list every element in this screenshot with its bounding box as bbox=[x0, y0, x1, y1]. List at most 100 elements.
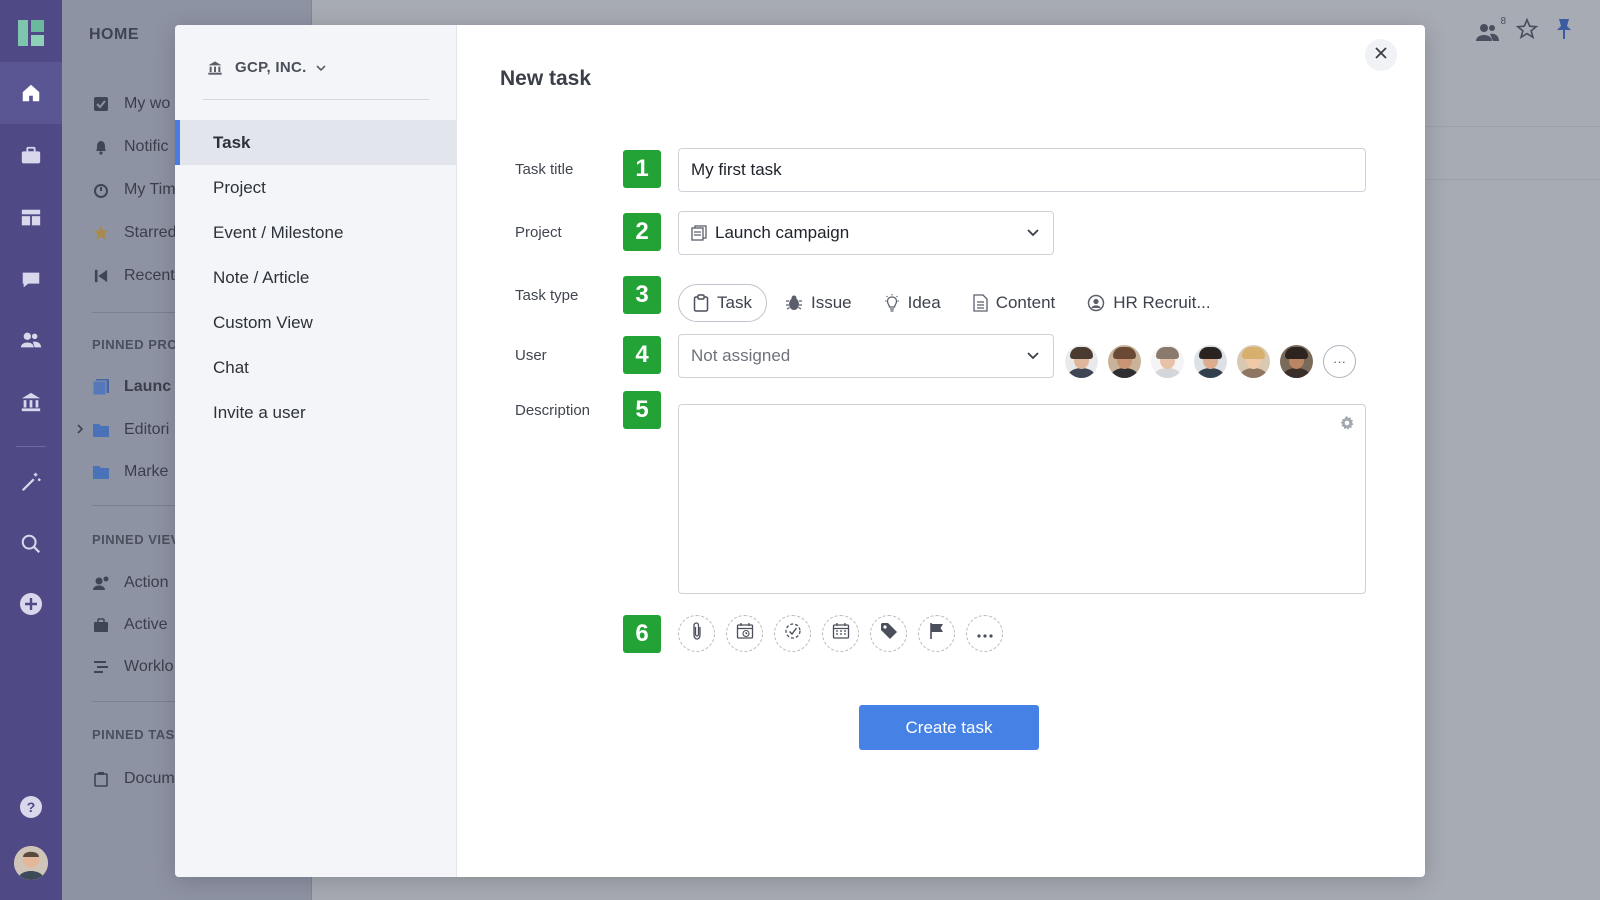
bank-icon[interactable] bbox=[17, 388, 45, 416]
step-badge-2: 2 bbox=[623, 213, 661, 251]
status-button[interactable] bbox=[774, 615, 811, 652]
help-icon[interactable]: ? bbox=[17, 793, 45, 821]
tags-button[interactable] bbox=[870, 615, 907, 652]
project-value: Launch campaign bbox=[715, 223, 850, 242]
task-type-issue[interactable]: Issue bbox=[771, 284, 866, 322]
bank-icon bbox=[207, 60, 223, 76]
type-item-note-article[interactable]: Note / Article bbox=[175, 255, 457, 300]
task-type-idea[interactable]: Idea bbox=[870, 284, 955, 322]
user-label: User bbox=[515, 347, 547, 364]
flag-icon bbox=[929, 622, 945, 645]
user-avatar[interactable] bbox=[1065, 345, 1098, 378]
briefcase-icon bbox=[92, 616, 110, 634]
task-type-label: Task type bbox=[515, 287, 579, 304]
users-icon[interactable] bbox=[17, 326, 45, 354]
svg-text:?: ? bbox=[27, 799, 36, 815]
lightbulb-icon bbox=[884, 294, 900, 312]
task-title-input[interactable]: My first task bbox=[678, 148, 1366, 192]
user-avatar[interactable] bbox=[1108, 345, 1141, 378]
type-item-chat[interactable]: Chat bbox=[175, 345, 457, 390]
pinned-view-workload[interactable]: Worklo bbox=[92, 657, 174, 677]
description-label: Description bbox=[515, 402, 591, 419]
add-icon[interactable] bbox=[17, 590, 45, 618]
task-type-task[interactable]: Task bbox=[678, 284, 767, 322]
chevron-down-icon bbox=[315, 64, 327, 72]
pinned-task-document[interactable]: Docum bbox=[92, 769, 175, 789]
pinned-project-label: Editori bbox=[124, 421, 170, 438]
more-users-button[interactable]: ··· bbox=[1323, 345, 1356, 378]
priority-button[interactable] bbox=[918, 615, 955, 652]
step-badge-1: 1 bbox=[623, 150, 661, 188]
app-rail: ? bbox=[0, 0, 62, 900]
pinned-view-label: Action bbox=[124, 574, 169, 591]
chat-icon[interactable] bbox=[17, 266, 45, 294]
pinned-project-label: Marke bbox=[124, 463, 169, 480]
due-date-button[interactable] bbox=[822, 615, 859, 652]
gear-icon[interactable] bbox=[1339, 415, 1355, 431]
sidebar-item-my-work[interactable]: My wo bbox=[92, 94, 170, 114]
org-name: GCP, INC. bbox=[235, 59, 307, 76]
sidebar-item-recent[interactable]: Recent bbox=[92, 266, 175, 286]
sidebar-item-starred[interactable]: Starred bbox=[92, 223, 176, 243]
create-task-button[interactable]: Create task bbox=[859, 705, 1039, 750]
task-type-hr-recruit[interactable]: HR Recruit... bbox=[1073, 284, 1224, 322]
attach-button[interactable] bbox=[678, 615, 715, 652]
sidebar-item-notifications[interactable]: Notific bbox=[92, 137, 168, 157]
panel-divider bbox=[203, 99, 429, 100]
sidebar-item-my-time[interactable]: My Tim bbox=[92, 180, 176, 200]
pinned-project-launch[interactable]: Launc bbox=[92, 377, 171, 397]
user-avatar[interactable] bbox=[1194, 345, 1227, 378]
task-type-content[interactable]: Content bbox=[959, 284, 1070, 322]
type-item-project[interactable]: Project bbox=[175, 165, 457, 210]
briefcase-icon[interactable] bbox=[17, 142, 45, 170]
type-item-task[interactable]: Task bbox=[175, 120, 457, 165]
checkbox-icon bbox=[92, 95, 110, 113]
magic-wand-icon[interactable] bbox=[17, 468, 45, 496]
user-avatar[interactable] bbox=[1280, 345, 1313, 378]
tag-icon bbox=[880, 622, 898, 645]
project-label: Project bbox=[515, 224, 562, 241]
task-type-label-text: Issue bbox=[810, 293, 852, 312]
item-type-list: Task Project Event / Milestone Note / Artic… bbox=[175, 120, 457, 435]
pinned-view-active[interactable]: Active bbox=[92, 615, 168, 635]
project-icon bbox=[92, 378, 110, 396]
ellipsis-icon bbox=[976, 625, 993, 643]
user-action-icon bbox=[92, 574, 110, 592]
type-item-event-milestone[interactable]: Event / Milestone bbox=[175, 210, 457, 255]
home-icon[interactable] bbox=[0, 62, 62, 124]
bug-icon bbox=[785, 294, 803, 312]
step-badge-4: 4 bbox=[623, 336, 661, 374]
description-editor[interactable] bbox=[678, 404, 1366, 594]
clipboard-icon bbox=[693, 294, 709, 312]
user-select[interactable]: Not assigned bbox=[678, 334, 1054, 378]
task-attribute-toolbar bbox=[678, 615, 1003, 652]
org-switcher[interactable]: GCP, INC. bbox=[207, 59, 327, 76]
close-button[interactable] bbox=[1365, 39, 1397, 71]
schedule-button[interactable] bbox=[726, 615, 763, 652]
followers-icon[interactable]: 8 bbox=[1476, 16, 1506, 42]
chevron-right-icon[interactable] bbox=[76, 422, 84, 440]
project-select[interactable]: Launch campaign bbox=[678, 211, 1054, 255]
pin-icon[interactable] bbox=[1554, 18, 1574, 45]
type-item-invite-a-user[interactable]: Invite a user bbox=[175, 390, 457, 435]
more-options-button[interactable] bbox=[966, 615, 1003, 652]
pinned-views-heading: PINNED VIEV bbox=[92, 532, 180, 547]
pinned-view-action[interactable]: Action bbox=[92, 573, 168, 593]
step-badge-5: 5 bbox=[623, 391, 661, 429]
app-logo[interactable] bbox=[18, 20, 44, 46]
profile-avatar[interactable] bbox=[14, 846, 48, 880]
user-avatar[interactable] bbox=[1151, 345, 1184, 378]
recent-icon bbox=[92, 267, 110, 285]
rail-divider bbox=[16, 446, 46, 447]
type-item-custom-view[interactable]: Custom View bbox=[175, 300, 457, 345]
sidebar-item-label: Starred bbox=[124, 224, 177, 241]
pinned-project-editorial[interactable]: Editori bbox=[92, 420, 169, 440]
dashboard-icon[interactable] bbox=[17, 204, 45, 232]
task-title-label: Task title bbox=[515, 161, 574, 178]
user-avatar[interactable] bbox=[1237, 345, 1270, 378]
item-type-panel: GCP, INC. Task Project Event / Milestone No… bbox=[175, 25, 457, 877]
search-icon[interactable] bbox=[17, 530, 45, 558]
pinned-project-marketing[interactable]: Marke bbox=[92, 462, 168, 482]
document-icon bbox=[973, 294, 988, 312]
star-icon[interactable] bbox=[1515, 17, 1539, 45]
